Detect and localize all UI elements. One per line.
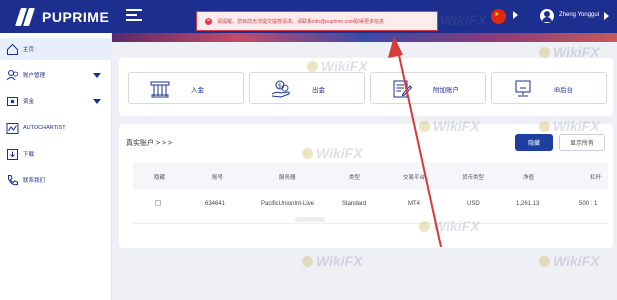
horizontal-scrollbar[interactable] [295, 217, 325, 222]
sidebar-item-accounts[interactable]: 账户管理 [0, 64, 112, 86]
leverage: 500 : 1 [579, 201, 598, 207]
watermark: WikiFX [539, 253, 600, 269]
account-number: 634641 [205, 201, 226, 207]
deposit-icon [150, 81, 170, 98]
user-menu-caret-icon[interactable] [604, 12, 609, 20]
menu-toggle-icon[interactable] [126, 9, 142, 23]
sidebar-item-download[interactable]: 下载 [0, 143, 112, 165]
sidebar-item-autochartist[interactable]: AUTOCHARTIST [0, 117, 112, 139]
additional-account-label: 附加账户 [433, 87, 459, 94]
sidebar-item-label: 资金 [23, 99, 35, 105]
currency: USD [467, 201, 480, 207]
server-name: PacificUnionInt-Live [261, 201, 315, 207]
column-header: 隐藏 [154, 175, 166, 181]
phone-icon [8, 174, 18, 185]
user-avatar-icon[interactable] [540, 9, 554, 23]
hide-row-checkbox[interactable] [155, 200, 161, 206]
withdraw-label: 出金 [312, 87, 325, 94]
sidebar-item-funds[interactable]: 资金 [0, 90, 112, 112]
equity: 1,261.13 [516, 201, 540, 207]
error-message: 请提醒。您目前无法提交提款请求。请联系info@puprime.com取得更多信… [217, 18, 385, 25]
ib-portal-button[interactable]: IB后台 [491, 72, 607, 104]
svg-text:$: $ [278, 83, 282, 90]
sidebar-item-label: 主页 [23, 47, 35, 53]
sidebar-item-home[interactable]: 主页 [0, 38, 112, 60]
column-header: 账号 [212, 175, 224, 181]
deposit-button[interactable]: 入金 [128, 72, 244, 104]
column-header: 净值 [523, 175, 535, 181]
sidebar: 主页 账户管理 资金 AUTOCHARTIST 下载 联系我们 [0, 33, 112, 300]
home-icon [7, 43, 18, 55]
column-header: 货币类型 [462, 175, 485, 181]
funds-icon [7, 96, 18, 106]
column-header: 服务器 [279, 175, 296, 181]
banner-strip [112, 33, 617, 42]
logo-text: PUPRIME [42, 9, 110, 25]
expand-caret-icon[interactable] [93, 72, 101, 78]
trading-platform: MT4 [408, 201, 420, 207]
sidebar-item-label: 联系我们 [23, 178, 46, 184]
show-all-button[interactable]: 显示所有 [559, 134, 605, 151]
column-header: 杠杆 [590, 175, 602, 181]
deposit-label: 入金 [191, 87, 204, 94]
additional-account-icon [393, 80, 413, 98]
row-divider [133, 223, 608, 224]
column-header: 交易平台 [403, 175, 426, 181]
logo[interactable]: PUPRIME [14, 8, 109, 26]
live-accounts-title[interactable]: 真实账户 > > > [126, 138, 172, 148]
error-notification: × 请提醒。您目前无法提交提款请求。请联系info@puprime.com取得更… [196, 11, 438, 31]
download-icon [7, 148, 18, 160]
language-caret-icon[interactable] [513, 11, 518, 19]
column-header: 类型 [349, 175, 361, 181]
withdraw-icon: $ [271, 80, 290, 98]
sidebar-item-label: 下载 [23, 152, 35, 158]
watermark: WikiFX [302, 253, 363, 269]
logo-icon [14, 8, 36, 26]
additional-account-button[interactable]: 附加账户 [370, 72, 486, 104]
hide-button[interactable]: 隐藏 [515, 134, 553, 151]
user-name[interactable]: Zheng Yonggui [559, 12, 599, 18]
sidebar-item-contact[interactable]: 联系我们 [0, 169, 112, 191]
expand-caret-icon[interactable] [93, 98, 101, 104]
ib-portal-label: IB后台 [554, 87, 574, 94]
account-type: Standard [342, 201, 367, 207]
sidebar-item-label: AUTOCHARTIST [23, 125, 66, 131]
ib-portal-icon [515, 80, 531, 97]
accounts-icon [6, 69, 18, 80]
language-flag-icon[interactable]: ★ [491, 9, 506, 24]
withdraw-button[interactable]: $ 出金 [249, 72, 365, 104]
chart-icon [6, 122, 19, 134]
table-header [133, 162, 608, 190]
sidebar-item-label: 账户管理 [23, 73, 46, 79]
error-icon: × [205, 17, 212, 25]
